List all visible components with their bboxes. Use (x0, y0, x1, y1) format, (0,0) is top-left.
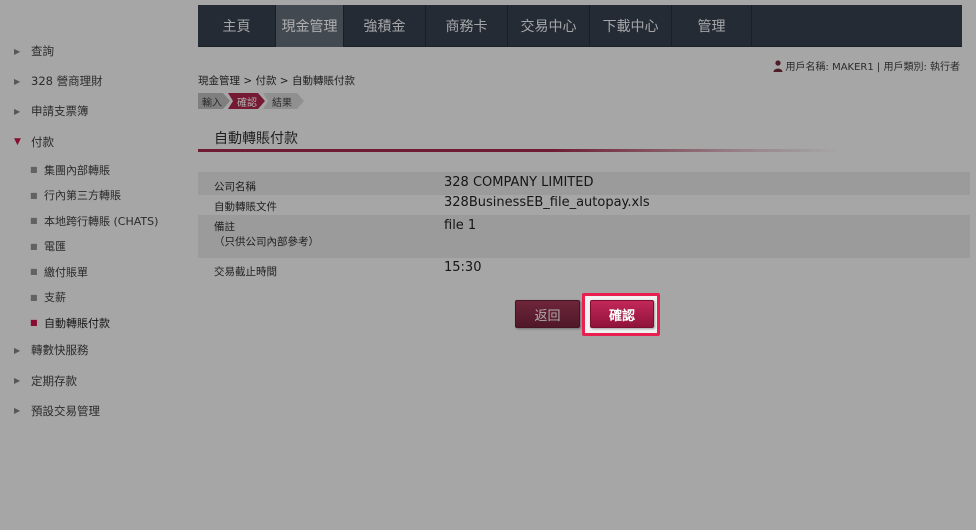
sidebar-subitem-autopay[interactable]: ■ 自動轉賬付款 (0, 310, 190, 336)
company-value: 328 COMPANY LIMITED (444, 175, 594, 190)
remark-value: file 1 (444, 218, 477, 233)
breadcrumb: 現金管理 > 付款 > 自動轉賬付款 (198, 75, 355, 87)
sidebar-item-preset-transactions[interactable]: ▶ 預設交易管理 (0, 396, 190, 426)
confirmation-form: 公司名稱 328 COMPANY LIMITED 自動轉賬文件 328Busin… (198, 172, 970, 282)
sidebar-item-label: 轉數快服務 (31, 343, 89, 358)
form-row-remark: 備註 （只供公司內部參考） file 1 (198, 215, 970, 258)
chevron-right-icon: ▶ (14, 76, 21, 86)
sidebar-item-label: 查詢 (31, 44, 54, 59)
sidebar-item-label: 預設交易管理 (31, 403, 100, 418)
sidebar-item-time-deposit[interactable]: ▶ 定期存款 (0, 365, 190, 395)
sidebar-subitem-label: 電匯 (44, 240, 66, 253)
sidebar-item-inquiry[interactable]: ▶ 查詢 (0, 36, 190, 66)
chevron-right-icon: ▶ (14, 46, 21, 56)
sidebar-item-label: 申請支票簿 (31, 104, 89, 119)
sidebar-item-payment[interactable]: ▼ 付款 (0, 127, 190, 157)
sidebar-subitem-bill-payment[interactable]: ■ 繳付賬單 (0, 259, 190, 285)
step-result: 結果 (263, 93, 304, 109)
top-nav: 主頁 現金管理 強積金 商務卡 交易中心 下載中心 管理 (198, 5, 962, 47)
user-info-text: 用戶名稱: MAKER1 | 用戶類別: 執行者 (785, 62, 960, 73)
sidebar-subitem-label: 自動轉賬付款 (44, 316, 110, 330)
tab-cash-management[interactable]: 現金管理 (276, 5, 344, 47)
tab-download-center[interactable]: 下載中心 (590, 5, 672, 47)
sidebar-subitem-label: 集團內部轉賬 (44, 163, 110, 177)
chevron-right-icon: ▶ (14, 106, 21, 116)
sidebar-item-label: 定期存款 (31, 373, 77, 388)
step-indicator: 輸入 確認 結果 (198, 93, 302, 109)
chevron-right-icon: ▶ (14, 345, 21, 355)
chevron-down-icon: ▼ (14, 136, 21, 147)
chevron-right-icon: ▶ (14, 406, 21, 416)
sidebar-subitem-payroll[interactable]: ■ 支薪 (0, 284, 190, 310)
bullet-icon: ■ (30, 292, 38, 302)
sidebar-subitem-third-party[interactable]: ■ 行內第三方轉賬 (0, 182, 190, 208)
sidebar-subitem-chats[interactable]: ■ 本地跨行轉賬 (CHATS) (0, 208, 190, 234)
sidebar-subitem-label: 繳付賬單 (44, 265, 88, 279)
form-row-company: 公司名稱 328 COMPANY LIMITED (198, 172, 970, 195)
sidebar-subitem-label: 本地跨行轉賬 (CHATS) (44, 214, 159, 228)
sidebar-subitem-label: 行內第三方轉賬 (44, 189, 121, 202)
bullet-icon: ■ (30, 241, 38, 251)
sidebar-item-chequebook[interactable]: ▶ 申請支票簿 (0, 96, 190, 126)
sidebar-item-328-wealth[interactable]: ▶ 328 營商理財 (0, 66, 190, 96)
remark-sublabel: （只供公司內部參考） (214, 236, 319, 248)
sidebar-subitem-telegraphic[interactable]: ■ 電匯 (0, 233, 190, 259)
file-label: 自動轉賬文件 (214, 201, 277, 213)
cutoff-label: 交易截止時間 (214, 266, 277, 278)
chevron-right-icon: ▶ (14, 376, 21, 386)
bullet-icon: ■ (30, 216, 38, 225)
remark-label-group: 備註 （只供公司內部參考） (198, 215, 444, 258)
cutoff-value: 15:30 (444, 260, 482, 275)
sidebar-subitem-label: 支薪 (44, 291, 66, 304)
tab-home[interactable]: 主頁 (198, 5, 276, 47)
sidebar-item-fps[interactable]: ▶ 轉數快服務 (0, 335, 190, 365)
file-value: 328BusinessEB_file_autopay.xls (444, 195, 650, 210)
bullet-icon: ■ (30, 267, 38, 276)
sidebar: ▶ 查詢 ▶ 328 營商理財 ▶ 申請支票簿 ▼ 付款 ■ 集團內部轉賬 ■ … (0, 36, 190, 426)
bullet-icon: ■ (30, 165, 38, 174)
bullet-icon: ■ (30, 318, 38, 327)
user-info: 用戶名稱: MAKER1 | 用戶類別: 執行者 (773, 58, 960, 73)
sidebar-item-label: 328 營商理財 (31, 74, 103, 89)
form-row-file: 自動轉賬文件 328BusinessEB_file_autopay.xls (198, 195, 970, 215)
tab-admin[interactable]: 管理 (672, 5, 752, 47)
tab-business-card[interactable]: 商務卡 (426, 5, 508, 47)
bullet-icon: ■ (30, 190, 38, 200)
tab-transaction-center[interactable]: 交易中心 (508, 5, 590, 47)
sidebar-subitem-group-transfer[interactable]: ■ 集團內部轉賬 (0, 157, 190, 183)
tab-mpf[interactable]: 強積金 (344, 5, 426, 47)
confirm-button[interactable]: 確認 (590, 300, 654, 328)
sidebar-item-label: 付款 (31, 134, 54, 149)
company-label: 公司名稱 (214, 181, 256, 193)
user-icon (773, 59, 783, 72)
title-divider (198, 149, 838, 152)
page-title: 自動轉賬付款 (214, 131, 298, 147)
back-button[interactable]: 返回 (515, 300, 580, 328)
step-input: 輸入 (198, 93, 230, 109)
remark-label: 備註 (214, 221, 235, 233)
step-confirm: 確認 (228, 93, 265, 109)
form-row-cutoff: 交易截止時間 15:30 (198, 258, 970, 282)
